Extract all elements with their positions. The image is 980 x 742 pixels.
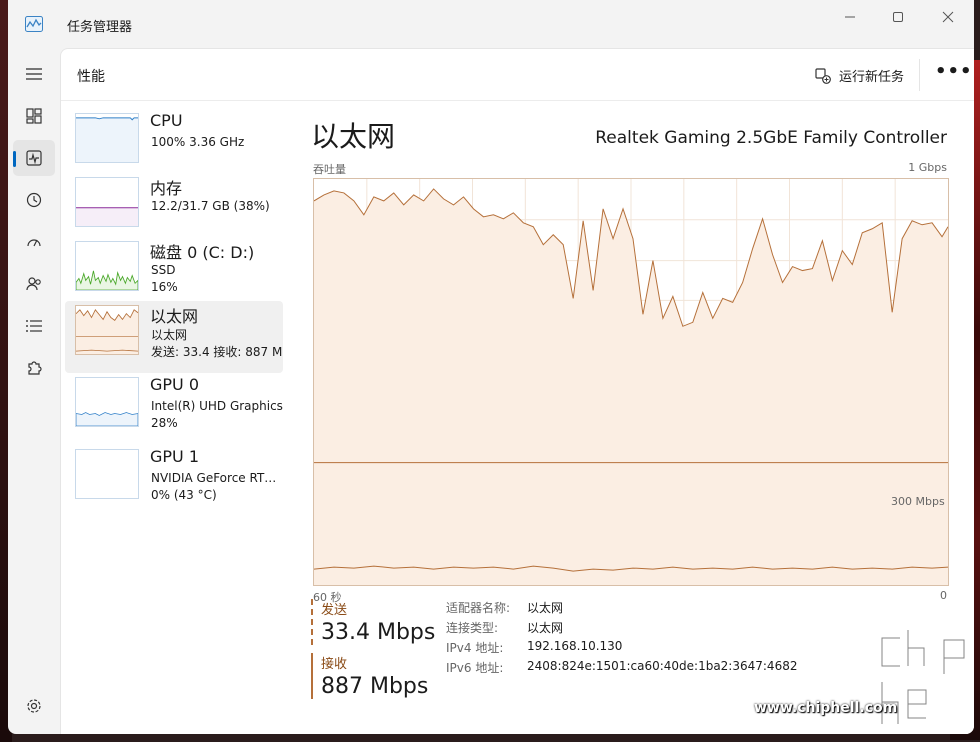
graph-max-label: 1 Gbps	[908, 161, 947, 174]
users-icon	[26, 277, 41, 291]
device-stat: 发送: 33.4 接收: 887 Mbps	[151, 345, 283, 359]
header-separator	[919, 59, 920, 91]
history-icon	[26, 192, 42, 208]
hamburger-icon	[26, 68, 42, 80]
memory-thumbnail-graph	[75, 177, 139, 227]
run-new-task-label: 运行新任务	[839, 70, 905, 85]
device-name: GPU 0	[150, 375, 200, 394]
speedometer-icon	[27, 239, 41, 247]
prop-key: 连接类型:	[446, 621, 499, 635]
device-stat: 100% 3.36 GHz	[151, 135, 245, 149]
more-options-button[interactable]: •••	[935, 61, 973, 82]
run-new-task-icon	[815, 67, 831, 84]
device-stat: 16%	[151, 280, 178, 294]
gpu1-thumbnail-graph	[75, 449, 139, 499]
title-bar[interactable]: 任务管理器	[8, 0, 974, 48]
device-item-disk[interactable]: 磁盘 0 (C: D:) SSD 16%	[65, 237, 283, 309]
graph-mid-label: 300 Mbps	[891, 495, 945, 508]
gpu0-thumbnail-graph	[75, 377, 139, 427]
device-stat: 0% (43 °C)	[151, 488, 217, 502]
device-name: 磁盘 0 (C: D:)	[150, 243, 255, 262]
device-stat: 28%	[151, 416, 178, 430]
close-button[interactable]	[928, 6, 968, 28]
nav-startup-apps[interactable]	[13, 224, 55, 260]
device-name: GPU 1	[150, 447, 200, 466]
services-puzzle-icon	[28, 361, 42, 375]
send-value: 33.4 Mbps	[321, 620, 436, 645]
device-name: 以太网	[150, 307, 199, 326]
processes-icon	[26, 108, 42, 124]
page-title: 性能	[77, 69, 105, 85]
receive-label: 接收	[321, 657, 348, 672]
prop-value: 192.168.10.130	[527, 639, 623, 653]
chiphell-watermark-logo	[878, 626, 968, 728]
throughput-graph	[313, 178, 949, 586]
hamburger-menu-button[interactable]	[13, 56, 55, 92]
nav-details[interactable]	[13, 308, 55, 344]
nav-app-history[interactable]	[13, 182, 55, 218]
minimize-icon	[845, 16, 855, 18]
ethernet-thumbnail-graph	[75, 305, 139, 355]
prop-value: 以太网	[527, 621, 564, 635]
prop-key: IPv6 地址:	[446, 661, 504, 675]
device-name: CPU	[150, 111, 183, 130]
device-stat: 以太网	[151, 328, 188, 342]
adapter-name: Realtek Gaming 2.5GbE Family Controller	[595, 128, 947, 148]
device-stat: 12.2/31.7 GB (38%)	[151, 199, 270, 213]
device-item-cpu[interactable]: CPU 100% 3.36 GHz	[65, 109, 283, 181]
receive-value: 887 Mbps	[321, 674, 429, 699]
detail-title: 以太网	[311, 120, 396, 153]
device-stat: NVIDIA GeForce RT…	[151, 471, 277, 485]
window-title: 任务管理器	[67, 20, 133, 35]
device-item-gpu0[interactable]: GPU 0 Intel(R) UHD Graphics 28%	[65, 373, 283, 445]
watermark-url: www.chiphell.com	[754, 700, 898, 716]
cpu-thumbnail-graph	[75, 113, 139, 163]
device-item-memory[interactable]: 内存 12.2/31.7 GB (38%)	[65, 173, 283, 245]
nav-services[interactable]	[13, 350, 55, 386]
device-item-gpu1[interactable]: GPU 1 NVIDIA GeForce RT… 0% (43 °C)	[65, 445, 283, 517]
device-stat: SSD	[151, 263, 176, 277]
device-stat: Intel(R) UHD Graphics	[151, 399, 283, 413]
task-manager-app-icon	[25, 16, 43, 32]
content-pane: 性能 运行新任务 ••• CPU 100% 3.36 GHz 内存 12.2/3…	[60, 48, 974, 734]
ethernet-detail-panel: 以太网 Realtek Gaming 2.5GbE Family Control…	[311, 109, 951, 729]
send-label: 发送	[321, 603, 348, 618]
details-list-icon	[26, 320, 42, 332]
gear-icon	[27, 699, 41, 713]
minimize-button[interactable]	[830, 6, 870, 28]
performance-icon	[26, 150, 42, 166]
run-new-task-button[interactable]: 运行新任务	[815, 66, 904, 85]
navigation-rail	[8, 48, 60, 734]
prop-value: 2408:824e:1501:ca60:40de:1ba2:3647:4682	[527, 659, 798, 673]
prop-key: IPv4 地址:	[446, 641, 504, 655]
nav-performance[interactable]	[13, 140, 55, 176]
graph-label: 吞吐量	[313, 163, 346, 176]
prop-value: 以太网	[527, 601, 564, 615]
receive-stat: 接收 887 Mbps	[311, 653, 428, 699]
nav-processes[interactable]	[13, 98, 55, 134]
maximize-button[interactable]	[878, 6, 918, 28]
disk-thumbnail-graph	[75, 241, 139, 291]
nav-settings[interactable]	[13, 688, 55, 724]
send-stat: 发送 33.4 Mbps	[311, 599, 435, 645]
task-manager-window: 任务管理器 性能 运行新任务 ••• CPU 100% 3.36 GHz 内存 …	[8, 0, 974, 734]
close-icon	[942, 11, 954, 23]
device-item-ethernet[interactable]: 以太网 以太网 发送: 33.4 接收: 887 Mbps	[65, 301, 283, 373]
device-name: 内存	[150, 179, 183, 198]
page-header: 性能 运行新任务 •••	[61, 49, 974, 101]
nav-users[interactable]	[13, 266, 55, 302]
prop-key: 适配器名称:	[446, 601, 511, 615]
maximize-icon	[893, 12, 903, 22]
